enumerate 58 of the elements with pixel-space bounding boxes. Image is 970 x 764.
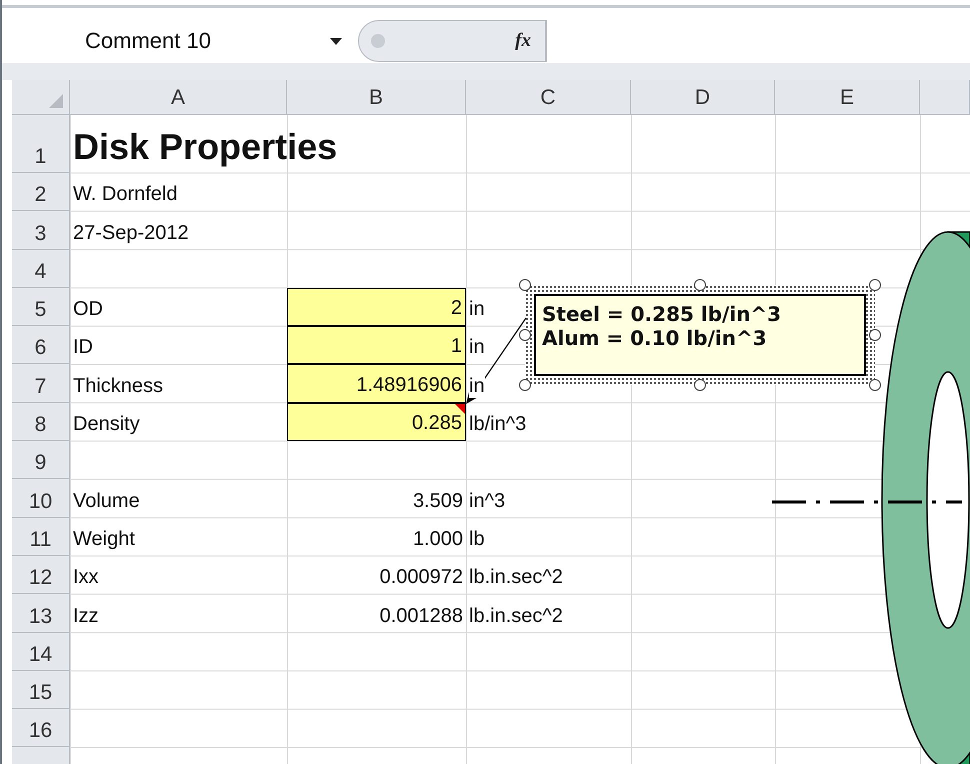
table-cell: Volume xyxy=(73,490,140,513)
row-header[interactable]: 3 xyxy=(12,211,70,250)
table-cell: ID xyxy=(73,336,93,360)
table-cell: 1 xyxy=(287,326,466,364)
comment-box[interactable]: Steel = 0.285 lb/in^3 Alum = 0.10 lb/in^3 xyxy=(534,294,866,376)
row-header[interactable]: 13 xyxy=(12,594,70,633)
table-cell: Weight xyxy=(73,528,135,551)
triangle-icon xyxy=(49,94,63,108)
resize-handle[interactable] xyxy=(519,279,531,291)
resize-handle[interactable] xyxy=(869,279,881,291)
row-header[interactable]: 6 xyxy=(12,326,70,364)
name-box[interactable]: Comment 10 xyxy=(12,28,262,54)
table-cell: Density xyxy=(73,413,140,436)
column-header[interactable]: A xyxy=(70,80,287,115)
resize-handle[interactable] xyxy=(519,379,531,391)
sheet-title: Disk Properties xyxy=(73,126,338,168)
selection-frame[interactable]: Steel = 0.285 lb/in^3 Alum = 0.10 lb/in^3 xyxy=(525,285,875,385)
row-header[interactable]: 12 xyxy=(12,556,70,594)
table-cell: OD xyxy=(73,298,103,322)
row-header[interactable]: 2 xyxy=(12,173,70,212)
table-cell: Thickness xyxy=(73,374,164,398)
table-cell: 0.285 xyxy=(287,402,466,442)
resize-handle[interactable] xyxy=(519,329,531,341)
table-cell: Ixx xyxy=(73,566,99,590)
resize-handle[interactable] xyxy=(694,379,706,391)
row-header[interactable]: 10 xyxy=(12,479,70,518)
column-header[interactable]: E xyxy=(775,80,920,115)
row-header[interactable]: 14 xyxy=(12,632,70,671)
row-header[interactable]: 15 xyxy=(12,670,70,710)
row-header[interactable]: 9 xyxy=(12,441,70,480)
insert-function-button[interactable]: fx xyxy=(501,30,545,52)
table-cell: W. Dornfeld xyxy=(73,183,178,206)
comment-text: Alum = 0.10 lb/in^3 xyxy=(542,326,768,350)
table-cell-text: 0.001288 xyxy=(378,604,464,629)
row-header[interactable]: 16 xyxy=(12,709,70,748)
table-cell-text: 3.509 xyxy=(412,488,464,514)
dropdown-caret-icon[interactable] xyxy=(330,38,342,44)
table-cell: 1.48916906 xyxy=(287,364,466,403)
row-header[interactable]: 11 xyxy=(12,518,70,556)
row-header[interactable]: 4 xyxy=(12,250,70,288)
row-header[interactable]: 7 xyxy=(12,364,70,403)
table-cell: Izz xyxy=(73,604,99,628)
table-cell-text: 1.000 xyxy=(412,526,464,552)
splitter-handle-icon[interactable] xyxy=(371,34,385,48)
table-cell: 2 xyxy=(287,288,466,326)
resize-handle[interactable] xyxy=(869,329,881,341)
column-header[interactable]: C xyxy=(466,80,631,115)
resize-handle[interactable] xyxy=(869,379,881,391)
table-cell: in xyxy=(469,374,485,398)
row-header[interactable]: 1 xyxy=(12,115,70,173)
column-header[interactable]: D xyxy=(631,80,775,115)
row-header[interactable]: 5 xyxy=(12,288,70,326)
table-cell-text: 0.000972 xyxy=(378,565,464,590)
column-header[interactable]: B xyxy=(287,80,466,115)
comment-text: Steel = 0.285 lb/in^3 xyxy=(542,302,782,326)
resize-handle[interactable] xyxy=(694,279,706,291)
row-header[interactable]: 8 xyxy=(12,402,70,442)
table-cell: 27-Sep-2012 xyxy=(73,222,189,245)
